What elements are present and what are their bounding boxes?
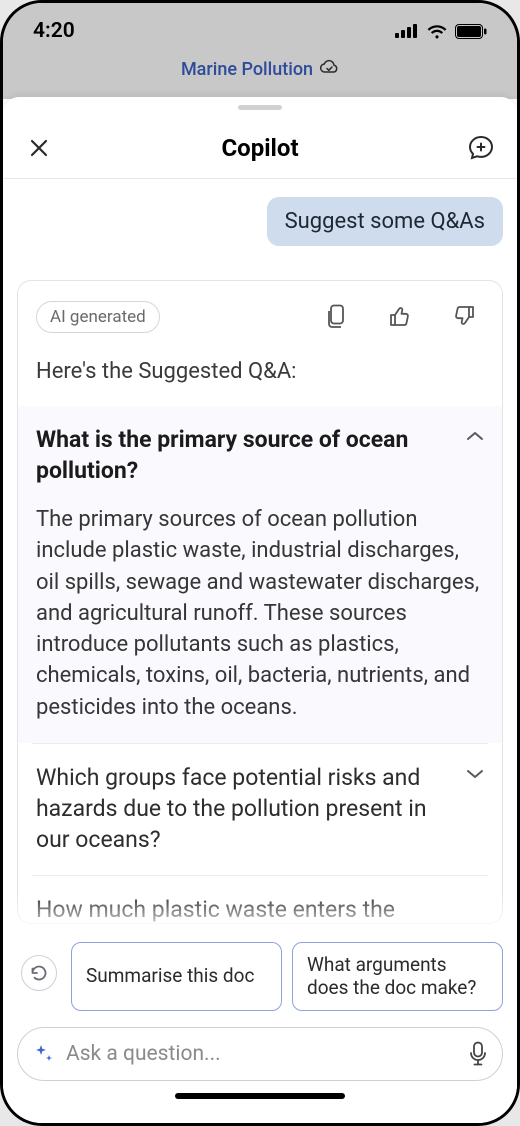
thumbs-down-button[interactable]	[452, 304, 476, 330]
qa-item[interactable]: Which groups face potential risks and ha…	[32, 743, 488, 875]
suggestion-label: Summarise this doc	[86, 964, 254, 988]
qa-question: How much plastic waste enters the	[36, 894, 484, 923]
document-header: Marine Pollution	[3, 59, 517, 99]
qa-question: Which groups face potential risks and ha…	[36, 762, 448, 855]
user-message: Suggest some Q&As	[267, 197, 503, 246]
qa-item[interactable]: What is the primary source of ocean poll…	[18, 406, 502, 743]
close-button[interactable]	[23, 132, 55, 164]
copilot-panel: Copilot Suggest some Q&As AI generated	[3, 97, 517, 1123]
mic-button[interactable]	[468, 1041, 488, 1067]
qa-header: How much plastic waste enters the	[36, 894, 484, 923]
sparkle-icon	[32, 1043, 54, 1065]
grabber-area[interactable]	[3, 97, 517, 110]
chat-area[interactable]: Suggest some Q&As AI generated	[3, 179, 517, 934]
thumbs-up-icon	[388, 304, 412, 328]
status-time: 4:20	[33, 19, 75, 43]
ask-input[interactable]: Ask a question...	[17, 1027, 503, 1081]
suggestion-chip[interactable]: What arguments does the doc make?	[292, 942, 503, 1012]
ai-response-header: AI generated	[32, 301, 488, 333]
home-indicator[interactable]	[175, 1093, 345, 1099]
qa-item[interactable]: How much plastic waste enters the	[32, 875, 488, 923]
bottom-bar: Summarise this doc What arguments does t…	[3, 934, 517, 1124]
ai-response-actions	[326, 304, 484, 330]
panel-title: Copilot	[221, 134, 298, 162]
chevron-up-icon	[466, 424, 484, 442]
new-chat-button[interactable]	[465, 132, 497, 164]
status-icons	[395, 23, 487, 39]
chat-plus-icon	[467, 134, 495, 162]
suggestion-chip[interactable]: Summarise this doc	[71, 942, 282, 1012]
suggestion-label: What arguments does the doc make?	[307, 953, 488, 1001]
ai-generated-badge: AI generated	[36, 301, 160, 333]
chevron-down-icon	[466, 762, 484, 780]
ai-response-card: AI generated	[17, 280, 503, 924]
qa-question: What is the primary source of ocean poll…	[36, 424, 448, 486]
copy-button[interactable]	[326, 304, 348, 330]
qa-header: What is the primary source of ocean poll…	[36, 424, 484, 486]
refresh-suggestions-button[interactable]	[17, 942, 61, 1004]
status-bar: 4:20	[3, 3, 517, 59]
wifi-icon	[426, 23, 448, 39]
qa-header: Which groups face potential risks and ha…	[36, 762, 484, 855]
thumbs-up-button[interactable]	[388, 304, 412, 330]
suggestion-row: Summarise this doc What arguments does t…	[17, 942, 503, 1012]
ai-intro-text: Here's the Suggested Q&A:	[32, 359, 488, 384]
device-frame: 4:20 Marine Pollution	[0, 0, 520, 1126]
close-icon	[27, 136, 51, 160]
qa-answer: The primary sources of ocean pollution i…	[36, 504, 484, 723]
thumbs-down-icon	[452, 304, 476, 328]
document-title[interactable]: Marine Pollution	[181, 59, 313, 80]
battery-icon	[455, 24, 487, 39]
copy-icon	[326, 304, 348, 330]
cloud-sync-icon	[319, 59, 339, 75]
refresh-icon	[29, 963, 49, 983]
mic-icon	[468, 1041, 488, 1067]
signal-icon	[395, 24, 419, 38]
ask-placeholder: Ask a question...	[66, 1042, 456, 1066]
panel-header: Copilot	[3, 110, 517, 179]
home-indicator-area	[17, 1081, 503, 1109]
